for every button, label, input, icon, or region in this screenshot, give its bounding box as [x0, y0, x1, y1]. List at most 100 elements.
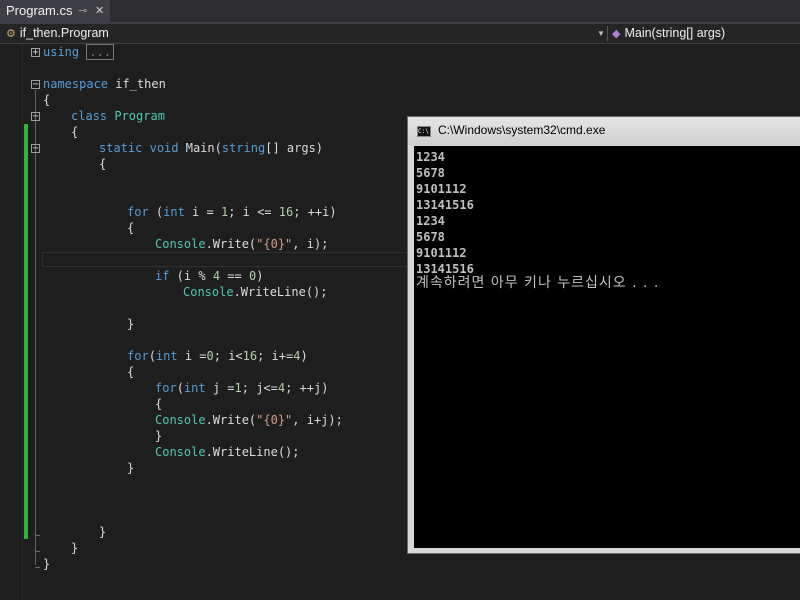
- console-output-line: 5678: [416, 166, 445, 180]
- console-prompt: 계속하려면 아무 키나 누르십시오 . . .: [416, 275, 660, 291]
- console-output-line: 1234: [416, 214, 445, 228]
- code-token: Program: [114, 109, 165, 123]
- code-token: ; ++j): [285, 381, 329, 395]
- code-token: , i);: [292, 237, 329, 251]
- close-icon[interactable]: ✕: [95, 0, 104, 22]
- code-token: for: [155, 381, 177, 395]
- class-dropdown[interactable]: ⚙ if_then.Program: [6, 24, 109, 43]
- code-token: .WriteLine();: [205, 445, 300, 459]
- class-path: if_then.Program: [19, 26, 109, 40]
- code-token: ): [256, 269, 264, 283]
- code-line: class Program: [71, 108, 165, 124]
- cmd-icon: C:\: [417, 126, 431, 137]
- code-token: 16: [278, 205, 294, 219]
- fold-end-marker: [35, 551, 40, 552]
- code-token: (: [148, 349, 156, 363]
- code-token: 0: [206, 349, 214, 363]
- navigation-bar: ⚙ if_then.Program ▼ ◆ Main(string[] args): [0, 24, 800, 44]
- code-line: Console.WriteLine();: [183, 284, 328, 300]
- code-token: string: [221, 141, 266, 155]
- code-token: .WriteLine();: [233, 285, 328, 299]
- nav-divider: [607, 26, 608, 41]
- current-line-highlight: [42, 252, 412, 267]
- code-token: ; i<: [213, 349, 243, 363]
- code-line: {: [127, 221, 135, 235]
- code-token: (: [176, 381, 184, 395]
- code-token: ): [300, 349, 308, 363]
- code-token: Console: [183, 285, 234, 299]
- fold-end-marker: [35, 567, 40, 568]
- console-output-area[interactable]: 1234 5678 9101112 13141516 1234 5678 910…: [414, 146, 800, 548]
- code-token: Console: [155, 237, 206, 251]
- code-token: "{0}": [256, 237, 293, 251]
- code-token: ; j<=: [241, 381, 278, 395]
- editor-margin: [0, 44, 23, 600]
- code-token: ; i <=: [228, 205, 279, 219]
- member-dropdown[interactable]: ◆ Main(string[] args): [612, 24, 725, 43]
- code-token: .Write(: [205, 237, 257, 251]
- code-token: ==: [220, 269, 249, 283]
- code-token: ; ++i): [293, 205, 337, 219]
- code-token: int: [163, 205, 185, 219]
- code-line: Console.WriteLine();: [155, 444, 300, 460]
- console-title-bar[interactable]: C:\ C:\Windows\system32\cmd.exe: [408, 117, 800, 145]
- code-line: if (i % 4 == 0): [155, 268, 263, 284]
- code-token: Main(: [178, 141, 222, 155]
- code-token: static: [99, 141, 143, 155]
- collapse-namespace-icon[interactable]: −: [31, 80, 40, 90]
- code-token: ; i+=: [257, 349, 294, 363]
- code-token: .Write(: [205, 413, 257, 427]
- code-token: Console: [155, 445, 206, 459]
- code-token: "{0}": [256, 413, 293, 427]
- code-line: using ...: [43, 44, 115, 60]
- code-token: class: [71, 109, 108, 123]
- code-line: }: [99, 525, 107, 539]
- code-token: if: [155, 269, 170, 283]
- collapse-method-icon[interactable]: −: [31, 144, 40, 154]
- code-token: for: [127, 205, 149, 219]
- code-line: for(int j =1; j<=4; ++j): [155, 380, 328, 396]
- console-window[interactable]: C:\ C:\Windows\system32\cmd.exe 1234 567…: [407, 116, 800, 554]
- method-icon: ◆: [612, 28, 621, 40]
- code-token: 16: [242, 349, 258, 363]
- code-token: for: [127, 349, 149, 363]
- collapsed-using-block[interactable]: ...: [86, 44, 115, 60]
- collapse-class-icon[interactable]: −: [31, 112, 40, 122]
- console-output-line: 5678: [416, 230, 445, 244]
- code-token: j =: [205, 381, 235, 395]
- code-token: (i %: [169, 269, 213, 283]
- code-line: {: [99, 157, 107, 171]
- code-token: , i+j);: [292, 413, 343, 427]
- chevron-down-icon[interactable]: ▼: [597, 24, 605, 43]
- code-line: }: [127, 317, 135, 331]
- code-token: i =: [177, 349, 207, 363]
- tab-program-cs[interactable]: Program.cs ⊸ ✕: [0, 0, 110, 22]
- console-output-line: 9101112: [416, 182, 467, 196]
- code-token: [] args): [265, 141, 324, 155]
- pin-icon[interactable]: ⊸: [78, 0, 87, 22]
- code-line: {: [127, 365, 135, 379]
- code-line: }: [43, 557, 51, 571]
- console-output-line: 1234: [416, 150, 445, 164]
- code-line: Console.Write("{0}", i+j);: [155, 412, 343, 428]
- code-line: static void Main(string[] args): [99, 140, 323, 156]
- code-token: (: [148, 205, 164, 219]
- document-tab-bar: Program.cs ⊸ ✕: [0, 0, 800, 24]
- code-token: void: [149, 141, 179, 155]
- code-token: namespace: [43, 77, 109, 91]
- change-tracking-bar: [24, 124, 28, 539]
- code-line: for (int i = 1; i <= 16; ++i): [127, 204, 337, 220]
- code-line: }: [127, 461, 135, 475]
- code-token: Console: [155, 413, 206, 427]
- console-output-line: 9101112: [416, 246, 467, 260]
- code-token: if_then: [108, 77, 166, 91]
- code-line: {: [43, 93, 51, 107]
- code-line: }: [71, 541, 79, 555]
- code-token: int: [183, 381, 206, 395]
- code-token: i =: [184, 205, 221, 219]
- expand-using-icon[interactable]: +: [31, 48, 40, 58]
- code-token: int: [155, 349, 178, 363]
- code-line: for(int i =0; i<16; i+=4): [127, 348, 308, 364]
- console-output-line: 13141516: [416, 198, 474, 212]
- namespace-fold-line: [35, 90, 36, 565]
